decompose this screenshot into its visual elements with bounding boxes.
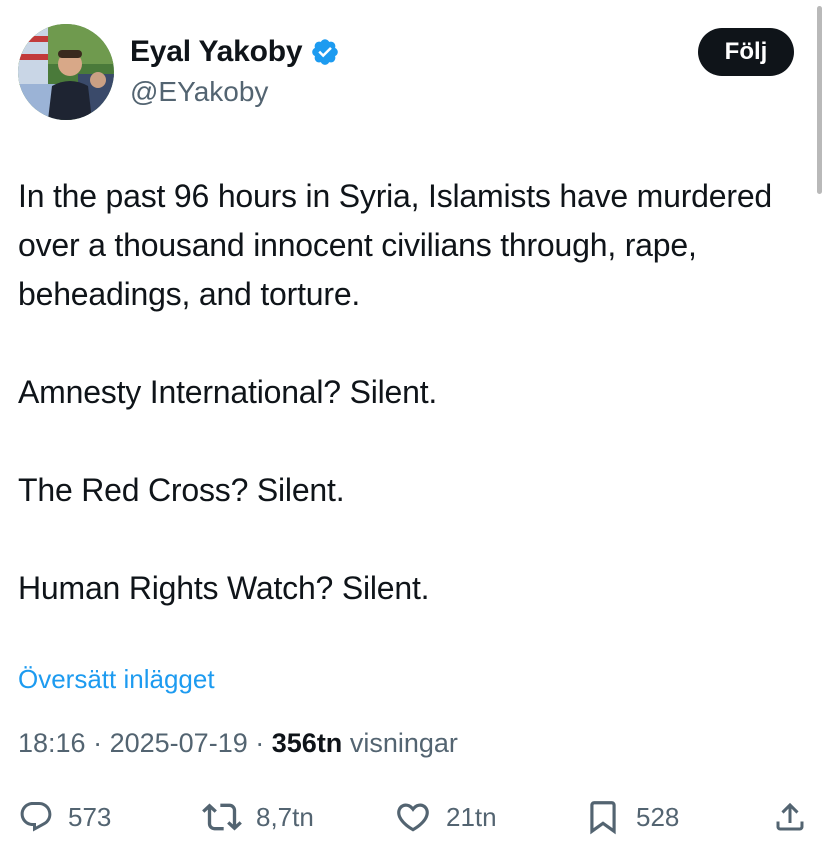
bookmark-icon bbox=[590, 801, 616, 835]
bookmark-count: 528 bbox=[636, 801, 680, 832]
translate-post-link[interactable]: Översätt inlägget bbox=[18, 664, 215, 695]
share-button[interactable] bbox=[772, 790, 808, 844]
tweet-text: In the past 96 hours in Syria, Islamists… bbox=[18, 172, 808, 613]
tweet-header: Eyal Yakoby @EYakoby Följ bbox=[18, 24, 794, 120]
retweet-icon bbox=[202, 803, 242, 831]
tweet-paragraph: The Red Cross? Silent. bbox=[18, 472, 345, 508]
bookmark-button[interactable]: 528 bbox=[584, 790, 679, 844]
views-count: 356tn bbox=[271, 728, 343, 758]
reply-button[interactable]: 573 bbox=[18, 790, 111, 844]
tweet-paragraph: Human Rights Watch? Silent. bbox=[18, 570, 430, 606]
retweet-count: 8,7tn bbox=[256, 801, 314, 832]
scrollbar[interactable] bbox=[817, 6, 822, 194]
tweet-paragraph: In the past 96 hours in Syria, Islamists… bbox=[18, 178, 773, 312]
reply-icon bbox=[20, 802, 52, 832]
like-count: 21tn bbox=[446, 801, 497, 832]
action-bar: 573 8,7tn 21tn 528 bbox=[18, 790, 810, 844]
follow-button[interactable]: Följ bbox=[698, 28, 794, 76]
author-handle[interactable]: @EYakoby bbox=[130, 76, 340, 108]
meta-separator: · bbox=[93, 728, 103, 758]
avatar[interactable] bbox=[18, 24, 114, 120]
author-block: Eyal Yakoby @EYakoby bbox=[130, 32, 340, 108]
display-name[interactable]: Eyal Yakoby bbox=[130, 35, 303, 69]
retweet-button[interactable]: 8,7tn bbox=[202, 790, 314, 844]
post-time[interactable]: 18:16 bbox=[18, 728, 86, 758]
share-icon bbox=[776, 802, 804, 831]
name-row: Eyal Yakoby bbox=[130, 32, 340, 72]
heart-icon bbox=[397, 803, 429, 832]
views-label: visningar bbox=[349, 728, 458, 758]
tweet-meta: 18:16 · 2025-07-19 · 356tn visningar bbox=[18, 728, 458, 759]
reply-count: 573 bbox=[68, 801, 112, 832]
like-button[interactable]: 21tn bbox=[394, 790, 497, 844]
avatar-photo bbox=[18, 24, 114, 120]
meta-separator: · bbox=[255, 728, 265, 758]
tweet-paragraph: Amnesty International? Silent. bbox=[18, 374, 438, 410]
verified-badge-icon bbox=[312, 39, 339, 65]
post-date[interactable]: 2025-07-19 bbox=[110, 728, 248, 758]
